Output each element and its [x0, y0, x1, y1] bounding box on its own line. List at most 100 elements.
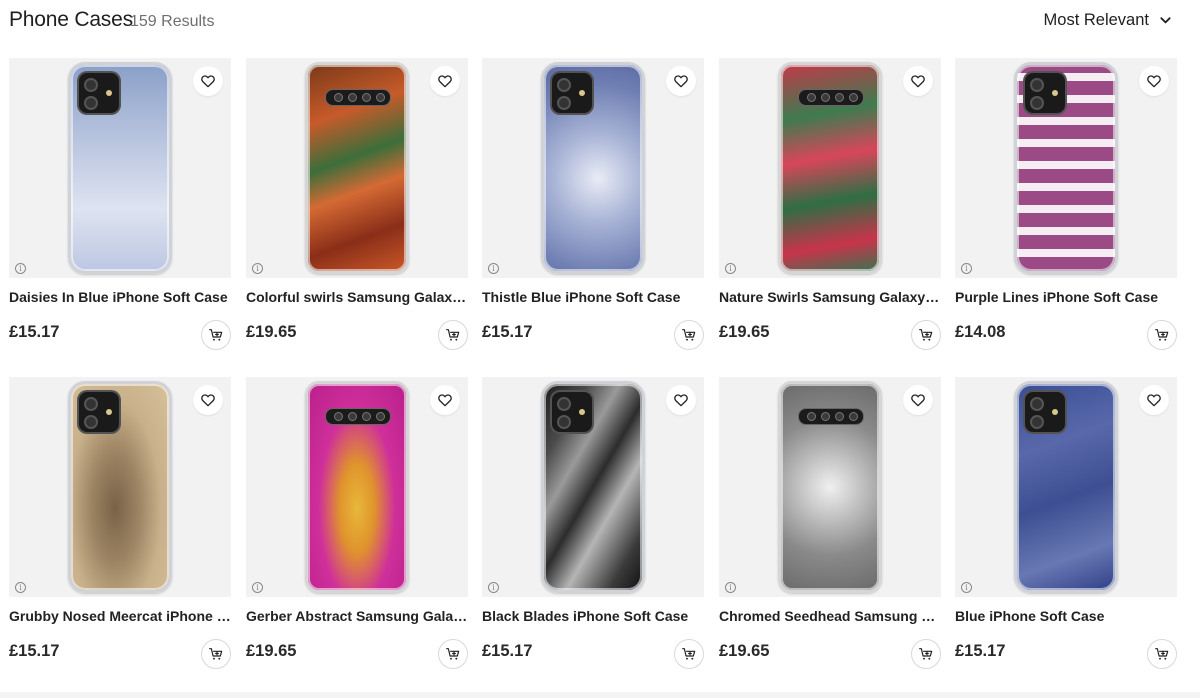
product-name[interactable]: Gerber Abstract Samsung Galaxy Snap Case	[246, 608, 468, 624]
heart-icon	[911, 75, 925, 88]
results-header: Phone Cases 159 Results Most Relevant	[0, 0, 1200, 44]
product-name[interactable]: Grubby Nosed Meercat iPhone Soft Case	[9, 608, 231, 624]
product-image[interactable]: i	[719, 58, 941, 278]
product-name[interactable]: Purple Lines iPhone Soft Case	[955, 289, 1177, 305]
product-card[interactable]: i Blue iPhone Soft Case £15.17	[955, 377, 1177, 677]
info-icon[interactable]: i	[725, 263, 736, 274]
camera-module	[798, 408, 864, 425]
cart-plus-icon	[209, 329, 223, 341]
product-name[interactable]: Colorful swirls Samsung Galaxy Snap Case	[246, 289, 468, 305]
sort-dropdown[interactable]: Most Relevant	[1044, 11, 1172, 30]
product-image[interactable]: i	[955, 58, 1177, 278]
add-to-cart-button[interactable]	[201, 639, 231, 669]
sort-label: Most Relevant	[1043, 11, 1149, 29]
cart-plus-icon	[682, 648, 696, 660]
cart-plus-icon	[209, 648, 223, 660]
product-card[interactable]: i Daisies In Blue iPhone Soft Case £15.17	[9, 58, 231, 358]
product-name[interactable]: Blue iPhone Soft Case	[955, 608, 1177, 624]
product-name[interactable]: Thistle Blue iPhone Soft Case	[482, 289, 704, 305]
cart-plus-icon	[446, 329, 460, 341]
product-price: £15.17	[9, 323, 60, 341]
cart-plus-icon	[919, 329, 933, 341]
phone-case-image	[305, 62, 409, 274]
favorite-button[interactable]	[903, 385, 933, 415]
info-icon[interactable]: i	[725, 582, 736, 593]
product-card[interactable]: i Purple Lines iPhone Soft Case £14.08	[955, 58, 1177, 358]
info-icon[interactable]: i	[15, 582, 26, 593]
heart-icon	[911, 394, 925, 407]
product-image[interactable]: i	[9, 377, 231, 597]
camera-module	[1023, 71, 1067, 115]
heart-icon	[201, 75, 215, 88]
favorite-button[interactable]	[666, 66, 696, 96]
add-to-cart-button[interactable]	[438, 639, 468, 669]
product-name[interactable]: Chromed Seedhead Samsung Galaxy Snap Cas…	[719, 608, 941, 624]
product-price: £19.65	[719, 642, 770, 660]
add-to-cart-button[interactable]	[438, 320, 468, 350]
camera-module	[77, 390, 121, 434]
cart-plus-icon	[682, 329, 696, 341]
info-icon[interactable]: i	[488, 263, 499, 274]
add-to-cart-button[interactable]	[1147, 639, 1177, 669]
product-card[interactable]: i Colorful swirls Samsung Galaxy Snap Cas…	[246, 58, 468, 358]
favorite-button[interactable]	[903, 66, 933, 96]
product-card[interactable]: i Gerber Abstract Samsung Galaxy Snap Cas…	[246, 377, 468, 677]
product-image[interactable]: i	[246, 58, 468, 278]
heart-icon	[674, 75, 688, 88]
product-image[interactable]: i	[955, 377, 1177, 597]
product-image[interactable]: i	[246, 377, 468, 597]
chevron-down-icon	[1160, 17, 1171, 24]
heart-icon	[438, 75, 452, 88]
phone-case-image	[778, 62, 882, 274]
product-image[interactable]: i	[482, 58, 704, 278]
info-icon[interactable]: i	[961, 263, 972, 274]
heart-icon	[201, 394, 215, 407]
product-name[interactable]: Black Blades iPhone Soft Case	[482, 608, 704, 624]
phone-case-image	[68, 381, 172, 593]
cart-plus-icon	[1155, 329, 1169, 341]
product-price: £15.17	[482, 323, 533, 341]
info-icon[interactable]: i	[961, 582, 972, 593]
add-to-cart-button[interactable]	[201, 320, 231, 350]
favorite-button[interactable]	[430, 385, 460, 415]
favorite-button[interactable]	[430, 66, 460, 96]
camera-module	[798, 89, 864, 106]
info-icon[interactable]: i	[252, 263, 263, 274]
phone-case-image	[1014, 381, 1118, 593]
heart-icon	[1147, 394, 1161, 407]
phone-case-image	[305, 381, 409, 593]
product-image[interactable]: i	[482, 377, 704, 597]
product-card[interactable]: i Grubby Nosed Meercat iPhone Soft Case £1…	[9, 377, 231, 677]
add-to-cart-button[interactable]	[674, 639, 704, 669]
product-image[interactable]: i	[719, 377, 941, 597]
info-icon[interactable]: i	[252, 582, 263, 593]
camera-module	[77, 71, 121, 115]
product-price: £19.65	[246, 642, 297, 660]
info-icon[interactable]: i	[15, 263, 26, 274]
product-card[interactable]: i Black Blades iPhone Soft Case £15.17	[482, 377, 704, 677]
product-name[interactable]: Nature Swirls Samsung Galaxy Snap Case	[719, 289, 941, 305]
product-card[interactable]: i Nature Swirls Samsung Galaxy Snap Case £…	[719, 58, 941, 358]
add-to-cart-button[interactable]	[911, 639, 941, 669]
camera-module	[550, 71, 594, 115]
add-to-cart-button[interactable]	[1147, 320, 1177, 350]
product-name[interactable]: Daisies In Blue iPhone Soft Case	[9, 289, 231, 305]
camera-module	[550, 390, 594, 434]
product-price: £15.17	[482, 642, 533, 660]
product-card[interactable]: i Chromed Seedhead Samsung Galaxy Snap Ca…	[719, 377, 941, 677]
favorite-button[interactable]	[193, 66, 223, 96]
cart-plus-icon	[919, 648, 933, 660]
product-price: £15.17	[9, 642, 60, 660]
product-image[interactable]: i	[9, 58, 231, 278]
product-price: £19.65	[246, 323, 297, 341]
favorite-button[interactable]	[1139, 385, 1169, 415]
info-icon[interactable]: i	[488, 582, 499, 593]
add-to-cart-button[interactable]	[674, 320, 704, 350]
phone-case-image	[541, 381, 645, 593]
favorite-button[interactable]	[193, 385, 223, 415]
favorite-button[interactable]	[1139, 66, 1169, 96]
favorite-button[interactable]	[666, 385, 696, 415]
product-price: £19.65	[719, 323, 770, 341]
add-to-cart-button[interactable]	[911, 320, 941, 350]
product-card[interactable]: i Thistle Blue iPhone Soft Case £15.17	[482, 58, 704, 358]
